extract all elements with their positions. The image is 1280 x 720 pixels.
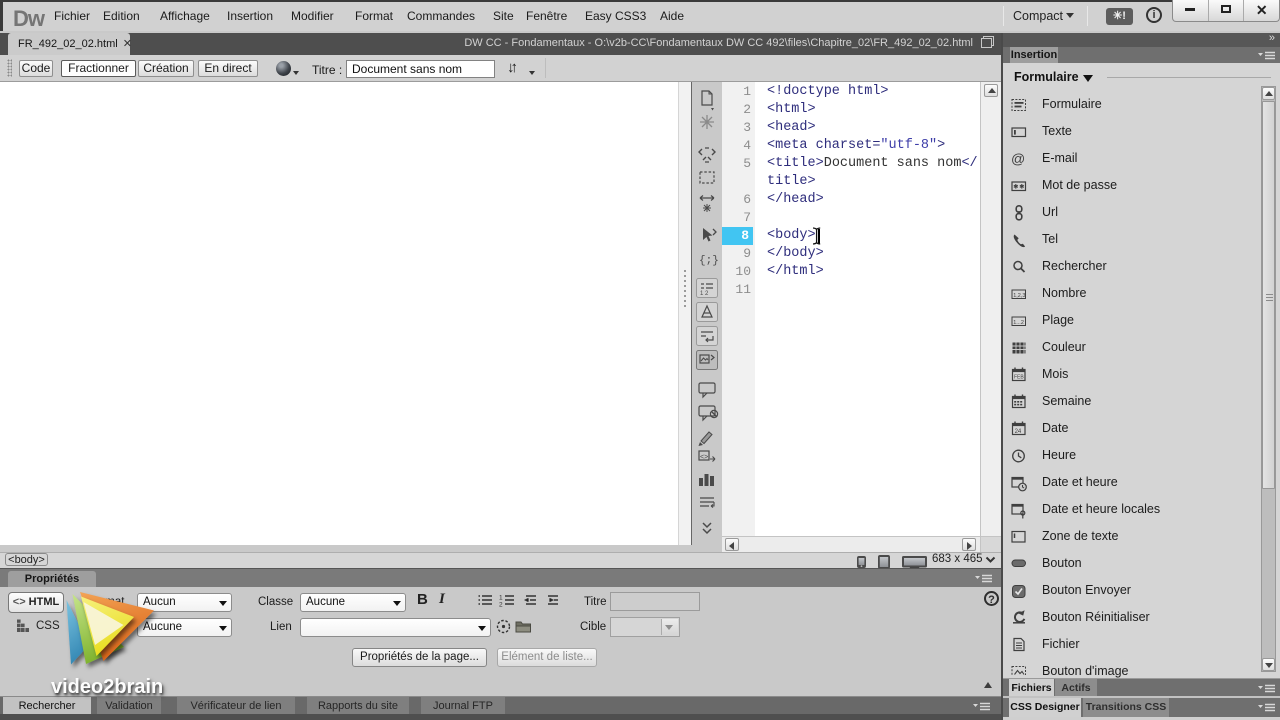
svg-text:1...2: 1...2 <box>1013 320 1024 326</box>
svg-text:{;}: {;} <box>699 255 719 267</box>
svg-text:1 2: 1 2 <box>700 291 709 297</box>
svg-text:FEB: FEB <box>1014 375 1024 381</box>
svg-text:@: @ <box>1011 151 1025 167</box>
svg-text:24: 24 <box>1015 429 1022 435</box>
svg-text:1,2,3: 1,2,3 <box>1013 293 1025 299</box>
svg-text:2: 2 <box>499 602 503 608</box>
svg-text:1: 1 <box>499 595 503 602</box>
svg-text:<>: <> <box>700 454 708 461</box>
